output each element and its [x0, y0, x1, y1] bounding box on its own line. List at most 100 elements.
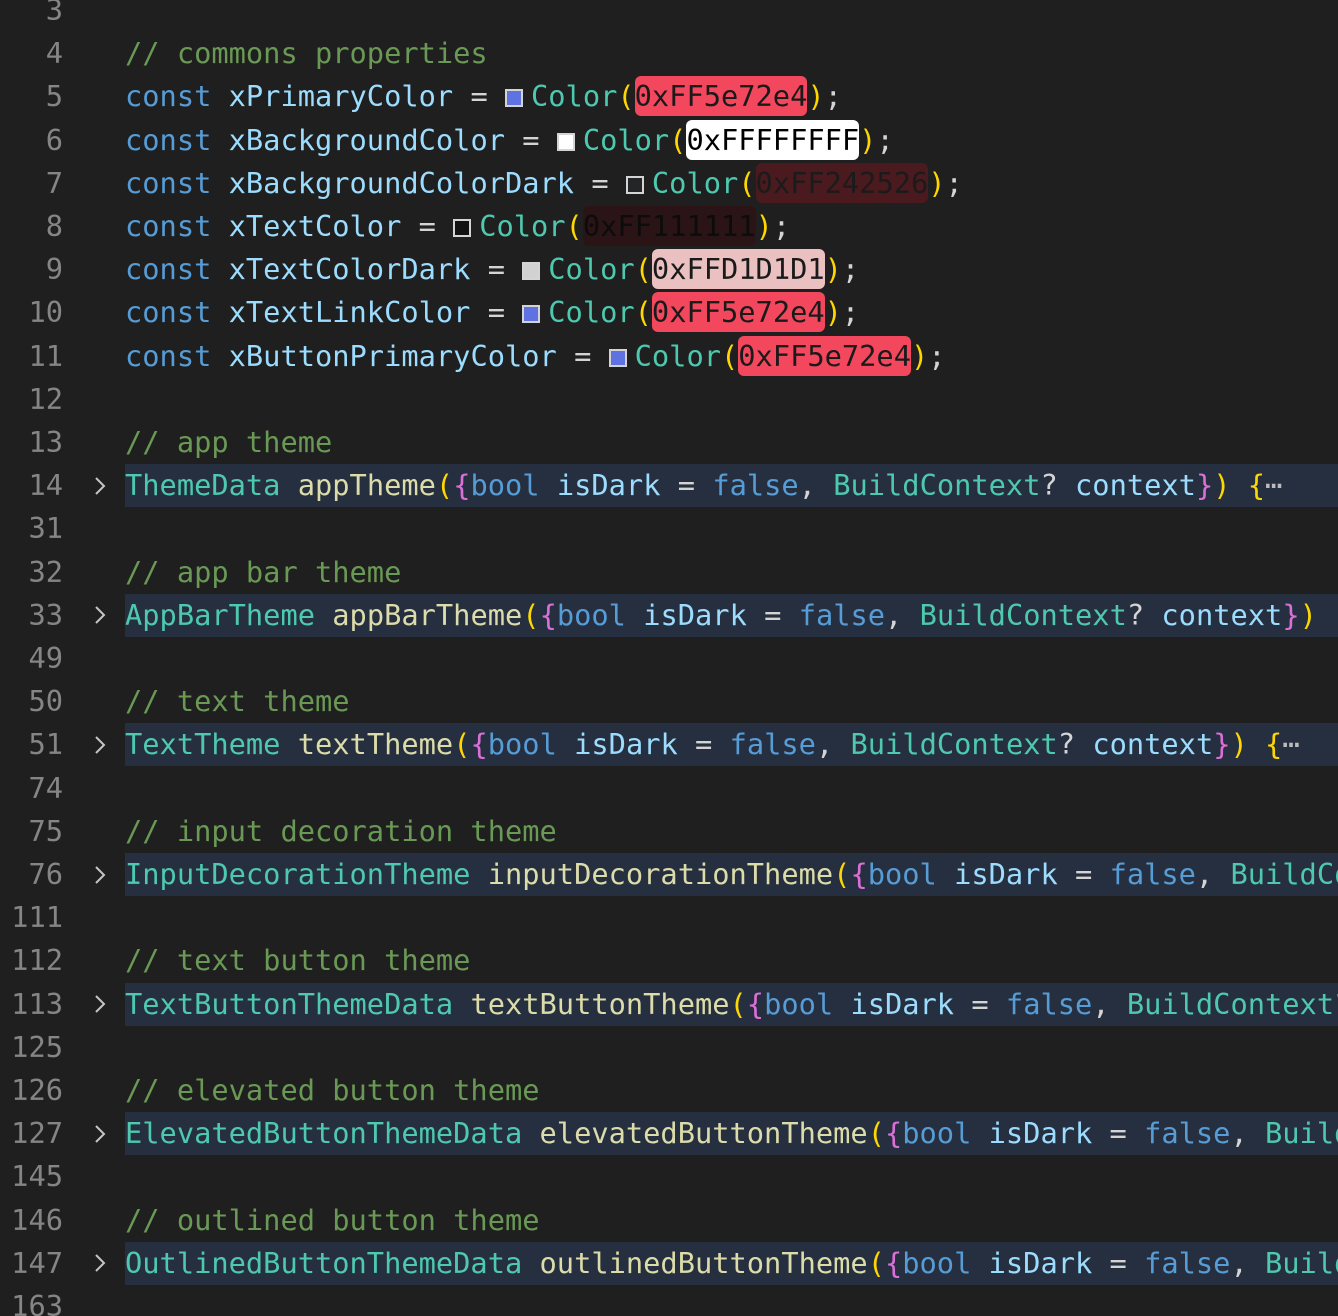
semicolon: ; — [824, 79, 842, 114]
paren-open: ( — [565, 209, 583, 243]
color-constructor: Color — [651, 165, 739, 200]
code-text: // elevated button theme — [125, 1069, 540, 1112]
code-line[interactable]: 127 ElevatedButtonThemeData elevatedButto… — [0, 1112, 1338, 1156]
param-name: isDark — [643, 597, 747, 632]
code-line[interactable]: 145 — [0, 1155, 1338, 1198]
code-text: // app theme — [125, 421, 332, 464]
code-line[interactable]: 126 // elevated button theme — [0, 1069, 1338, 1112]
hex-color-literal[interactable]: 0xFFD1D1D1 — [651, 249, 825, 290]
param-type: bool — [867, 857, 937, 891]
brace-open: { — [539, 597, 557, 632]
code-text: // input decoration theme — [125, 810, 557, 853]
param-type: BuildContext — [1265, 1245, 1338, 1280]
hex-color-literal[interactable]: 0xFFFFFFFF — [686, 119, 860, 160]
code-text: TextTheme textTheme({bool isDark = false… — [125, 723, 1300, 766]
assign-operator: = — [677, 727, 730, 762]
code-line[interactable]: 14 ThemeData appTheme({bool isDark = fals… — [0, 464, 1338, 508]
hex-color-literal[interactable]: 0xFF5e72e4 — [634, 76, 808, 117]
code-text: const xBackgroundColor = Color(0xFFFFFFF… — [125, 119, 894, 162]
return-type: OutlinedButtonThemeData — [125, 1245, 523, 1280]
brace-close: } — [1282, 597, 1300, 632]
param-name: context — [1092, 727, 1214, 762]
chevron-right-icon[interactable] — [88, 464, 112, 507]
param-name: isDark — [556, 468, 661, 503]
code-line[interactable]: 76 InputDecorationTheme inputDecorationTh… — [0, 853, 1338, 896]
code-line[interactable]: 112 // text button theme — [0, 939, 1338, 982]
code-line[interactable]: 49 — [0, 637, 1338, 680]
folded-ellipsis-icon[interactable]: ⋯ — [1265, 468, 1282, 502]
paren-close: ) — [910, 338, 929, 373]
code-line[interactable]: 50 // text theme — [0, 680, 1338, 723]
chevron-right-icon[interactable] — [88, 594, 112, 637]
comma: , — [1230, 1245, 1265, 1280]
brace-open: { — [884, 1245, 903, 1280]
comma: , — [1092, 986, 1127, 1021]
code-line[interactable]: 11 const xButtonPrimaryColor = Color(0xFF… — [0, 335, 1338, 378]
color-swatch-icon[interactable] — [608, 348, 627, 367]
code-line[interactable]: 12 — [0, 378, 1338, 421]
line-number: 6 — [45, 122, 63, 157]
chevron-right-icon[interactable] — [88, 983, 112, 1026]
code-editor[interactable]: 3 4 // commons properties 5 const xPrimaryCo… — [0, 0, 1338, 1316]
code-line[interactable]: 51 TextTheme textTheme({bool isDark = fal… — [0, 723, 1338, 767]
chevron-right-icon[interactable] — [88, 1112, 112, 1155]
assign-operator: = — [954, 986, 1006, 1021]
code-line[interactable]: 5 const xPrimaryColor = Color(0xFF5e72e4)… — [0, 75, 1338, 118]
line-number: 74 — [28, 770, 63, 805]
param-name: isDark — [574, 727, 678, 762]
assign-operator: = — [470, 252, 523, 287]
code-line[interactable]: 163 — [0, 1285, 1338, 1316]
code-line[interactable]: 7 const xBackgroundColorDark = Color(0xFF… — [0, 162, 1338, 205]
param-type: BuildContext — [919, 597, 1127, 632]
color-swatch-icon[interactable] — [522, 262, 541, 281]
code-line[interactable]: 147 OutlinedButtonThemeData outlinedButto… — [0, 1241, 1338, 1285]
code-line[interactable]: 75 // input decoration theme — [0, 810, 1338, 853]
code-line[interactable]: 9 const xTextColorDark = Color(0xFFD1D1D1… — [0, 248, 1338, 291]
hex-color-literal[interactable]: 0xFF5e72e4 — [738, 335, 911, 376]
semicolon: ; — [841, 252, 860, 287]
brace-open: { — [470, 727, 488, 762]
color-swatch-icon[interactable] — [505, 89, 523, 108]
color-swatch-icon[interactable] — [625, 175, 644, 194]
chevron-right-icon[interactable] — [88, 723, 112, 766]
param-type: bool — [487, 727, 557, 762]
color-swatch-icon[interactable] — [556, 132, 575, 151]
code-line[interactable]: 6 const xBackgroundColor = Color(0xFFFFFF… — [0, 119, 1338, 162]
code-line[interactable]: 125 — [0, 1026, 1338, 1069]
line-number: 146 — [11, 1202, 63, 1237]
assign-operator: = — [470, 295, 523, 330]
keyword-const: const — [125, 252, 212, 287]
code-line[interactable]: 13 // app theme — [0, 421, 1338, 464]
code-line[interactable]: 8 const xTextColor = Color(0xFF111111); — [0, 205, 1338, 248]
folded-ellipsis-icon[interactable]: ⋯ — [1282, 727, 1299, 761]
paren-close: ) — [807, 79, 825, 114]
line-number: 75 — [28, 813, 63, 848]
code-line[interactable]: 31 — [0, 507, 1338, 550]
code-line[interactable]: 74 — [0, 767, 1338, 810]
paren-close: ) — [824, 295, 842, 330]
code-line[interactable]: 10 const xTextLinkColor = Color(0xFF5e72e… — [0, 291, 1338, 334]
color-constructor: Color — [548, 295, 635, 330]
paren-open: ( — [833, 857, 851, 891]
code-line[interactable]: 113 TextButtonThemeData textButtonTheme({… — [0, 982, 1338, 1026]
code-line[interactable]: 4 // commons properties — [0, 32, 1338, 75]
constant-name: xTextColor — [228, 209, 402, 243]
code-line[interactable]: 111 — [0, 896, 1338, 939]
color-constructor: Color — [548, 252, 635, 287]
color-swatch-icon[interactable] — [453, 219, 472, 237]
hex-color-literal[interactable]: 0xFF111111 — [582, 206, 756, 246]
hex-color-literal[interactable]: 0xFF5e72e4 — [651, 292, 825, 333]
line-number: 9 — [45, 252, 63, 287]
chevron-right-icon[interactable] — [88, 1242, 112, 1285]
code-line[interactable]: 33 AppBarTheme appBarTheme({bool isDark =… — [0, 593, 1338, 637]
code-line[interactable]: 146 // outlined button theme — [0, 1199, 1338, 1242]
color-swatch-icon[interactable] — [522, 305, 541, 324]
hex-color-literal[interactable]: 0xFF242526 — [755, 162, 929, 203]
code-text: // text theme — [125, 680, 350, 723]
assign-operator: = — [1092, 1116, 1145, 1151]
code-line[interactable]: 3 — [0, 0, 1338, 32]
line-number: 32 — [28, 554, 63, 589]
param-type: bool — [470, 468, 540, 503]
chevron-right-icon[interactable] — [88, 853, 112, 896]
code-line[interactable]: 32 // app bar theme — [0, 551, 1338, 594]
